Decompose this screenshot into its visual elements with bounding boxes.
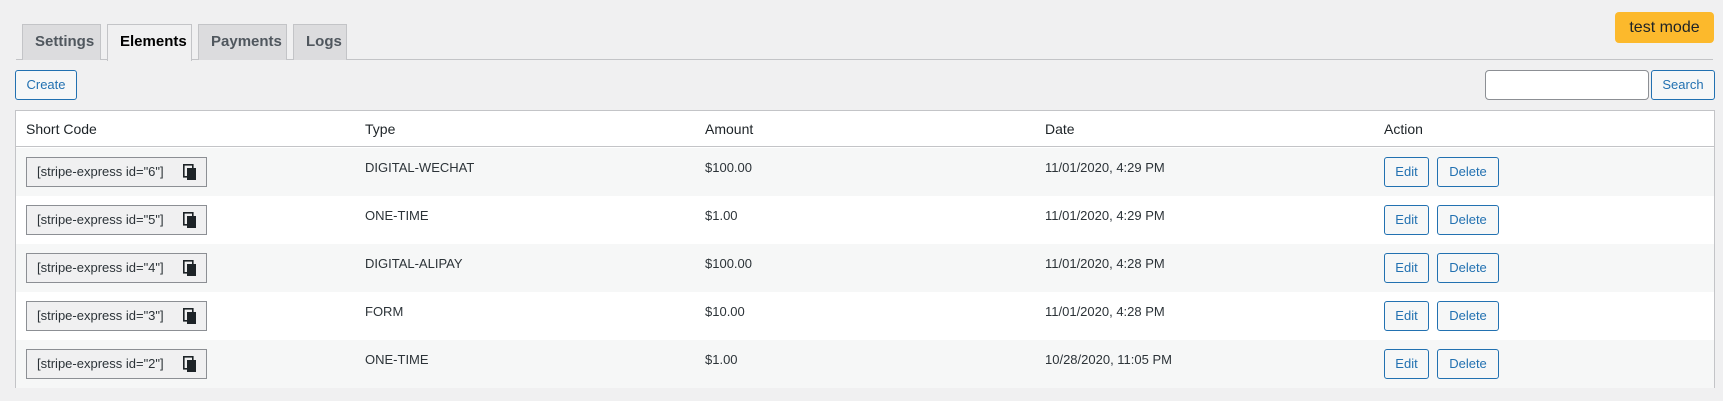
shortcode-field[interactable]: [stripe-express id="6"] (26, 157, 207, 187)
tab-elements[interactable]: Elements (107, 24, 192, 61)
edit-button[interactable]: Edit (1384, 157, 1429, 187)
edit-button[interactable]: Edit (1384, 301, 1429, 331)
type-cell: ONE-TIME (365, 208, 429, 223)
type-cell: DIGITAL-ALIPAY (365, 256, 463, 271)
shortcode-text: [stripe-express id="2"] (37, 356, 164, 371)
search-input[interactable] (1485, 70, 1649, 100)
column-header-type: Type (365, 121, 396, 137)
tab-settings[interactable]: Settings (22, 24, 101, 60)
date-cell: 10/28/2020, 11:05 PM (1045, 352, 1172, 367)
elements-table: Short Code Type Amount Date Action [stri… (15, 110, 1715, 388)
table-row: [stripe-express id="3"] FORM $10.00 11/0… (16, 292, 1714, 340)
date-cell: 11/01/2020, 4:29 PM (1045, 208, 1165, 223)
create-button[interactable]: Create (15, 70, 77, 100)
table-row: [stripe-express id="4"] DIGITAL-ALIPAY $… (16, 244, 1714, 292)
amount-cell: $100.00 (705, 256, 752, 271)
column-header-action: Action (1384, 121, 1423, 137)
table-row: [stripe-express id="2"] ONE-TIME $1.00 1… (16, 340, 1714, 388)
delete-button[interactable]: Delete (1437, 349, 1499, 379)
tab-payments[interactable]: Payments (198, 24, 287, 60)
nav-tabs: Settings Elements Payments Logs (16, 24, 1713, 61)
test-mode-badge: test mode (1615, 12, 1714, 43)
edit-button[interactable]: Edit (1384, 253, 1429, 283)
column-header-date: Date (1045, 121, 1075, 137)
delete-button[interactable]: Delete (1437, 205, 1499, 235)
delete-button[interactable]: Delete (1437, 301, 1499, 331)
date-cell: 11/01/2020, 4:28 PM (1045, 256, 1165, 271)
type-cell: FORM (365, 304, 404, 319)
shortcode-text: [stripe-express id="6"] (37, 164, 164, 179)
copy-icon[interactable] (183, 260, 197, 277)
shortcode-text: [stripe-express id="4"] (37, 260, 164, 275)
shortcode-field[interactable]: [stripe-express id="5"] (26, 205, 207, 235)
delete-button[interactable]: Delete (1437, 157, 1499, 187)
copy-icon[interactable] (183, 356, 197, 373)
amount-cell: $1.00 (705, 352, 738, 367)
delete-button[interactable]: Delete (1437, 253, 1499, 283)
copy-icon[interactable] (183, 308, 197, 325)
shortcode-field[interactable]: [stripe-express id="4"] (26, 253, 207, 283)
amount-cell: $10.00 (705, 304, 745, 319)
shortcode-field[interactable]: [stripe-express id="3"] (26, 301, 207, 331)
edit-button[interactable]: Edit (1384, 349, 1429, 379)
search-button[interactable]: Search (1651, 70, 1715, 100)
column-header-short-code: Short Code (26, 121, 97, 137)
table-header: Short Code Type Amount Date Action (16, 111, 1714, 147)
shortcode-text: [stripe-express id="3"] (37, 308, 164, 323)
copy-icon[interactable] (183, 212, 197, 229)
type-cell: ONE-TIME (365, 352, 429, 367)
shortcode-text: [stripe-express id="5"] (37, 212, 164, 227)
amount-cell: $100.00 (705, 160, 752, 175)
edit-button[interactable]: Edit (1384, 205, 1429, 235)
type-cell: DIGITAL-WECHAT (365, 160, 475, 175)
column-header-amount: Amount (705, 121, 754, 137)
table-row: [stripe-express id="5"] ONE-TIME $1.00 1… (16, 196, 1714, 244)
amount-cell: $1.00 (705, 208, 738, 223)
shortcode-field[interactable]: [stripe-express id="2"] (26, 349, 207, 379)
copy-icon[interactable] (183, 164, 197, 181)
date-cell: 11/01/2020, 4:29 PM (1045, 160, 1165, 175)
tab-logs[interactable]: Logs (293, 24, 347, 60)
table-row: [stripe-express id="6"] DIGITAL-WECHAT $… (16, 148, 1714, 196)
date-cell: 11/01/2020, 4:28 PM (1045, 304, 1165, 319)
